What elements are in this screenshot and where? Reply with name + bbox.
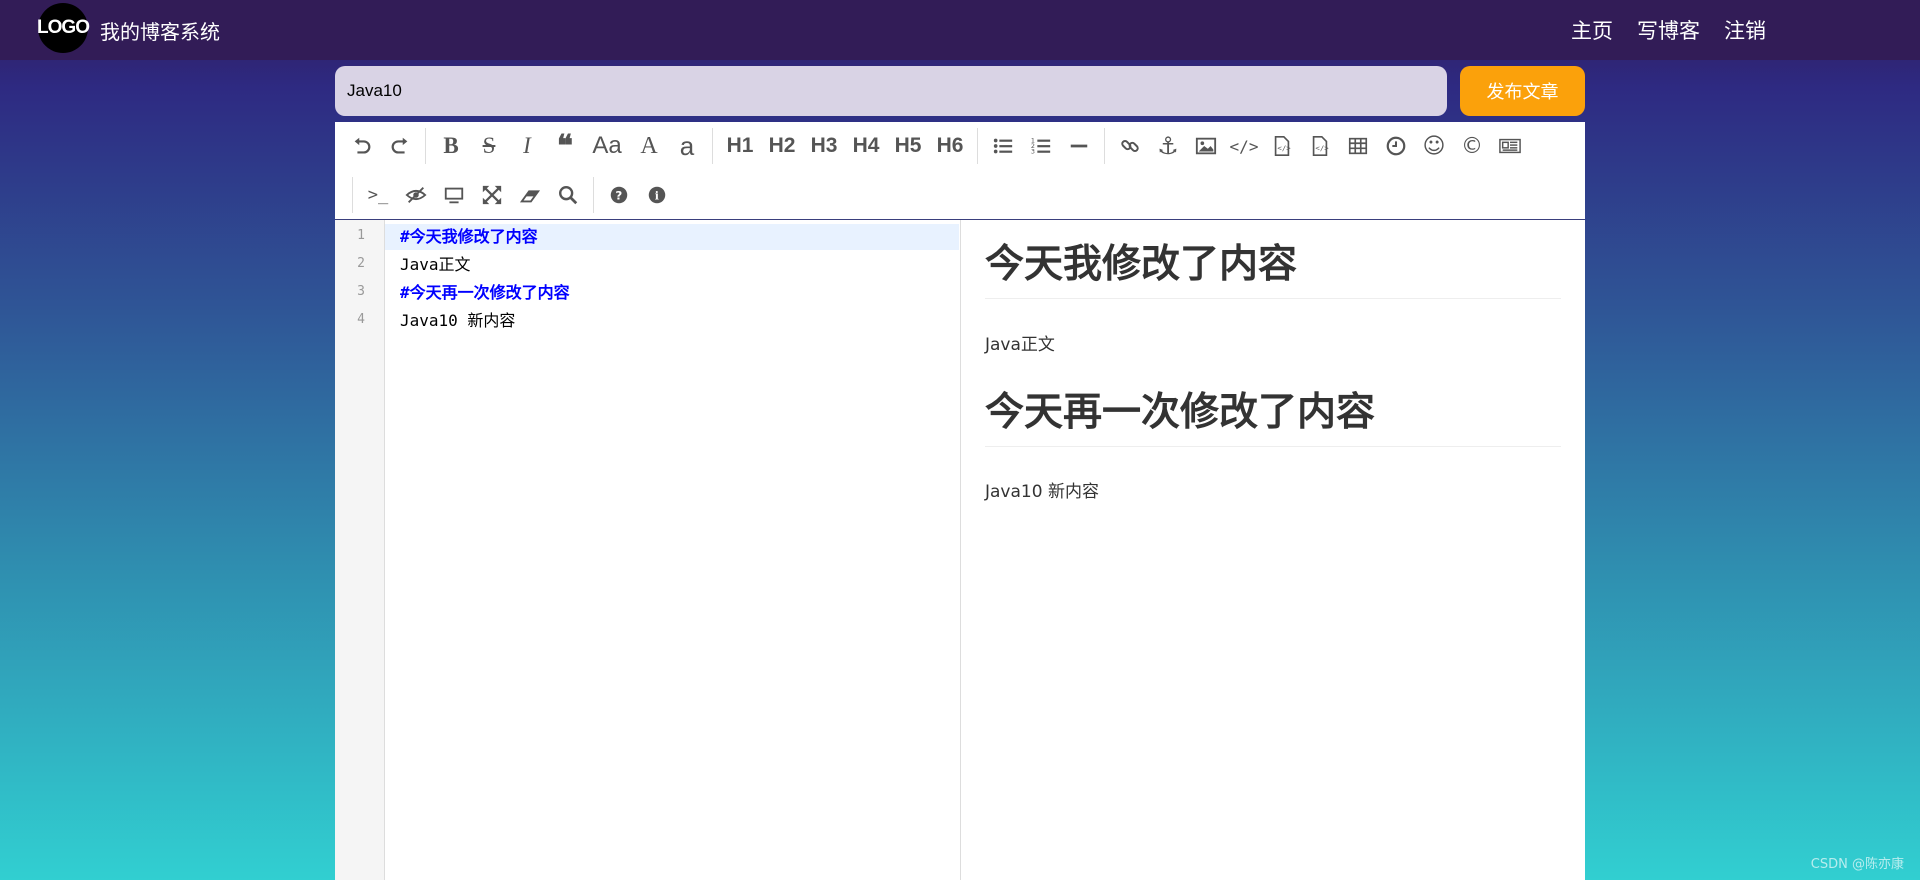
uppercase-icon[interactable]: Aa (584, 128, 630, 164)
hr-icon[interactable] (1060, 128, 1098, 164)
anchor-icon[interactable]: ⚓ (1149, 128, 1187, 164)
logo[interactable]: LOGO (37, 3, 90, 53)
publish-button[interactable]: 发布文章 (1460, 66, 1585, 116)
nav-link-home[interactable]: 主页 (1571, 15, 1613, 45)
help-icon[interactable]: ? (600, 177, 638, 213)
article-title-input[interactable] (335, 66, 1447, 116)
line-number-gutter: 1 2 3 4 (335, 220, 385, 880)
info-icon[interactable]: i (638, 177, 676, 213)
code-icon[interactable]: </> (1225, 128, 1263, 164)
link-icon[interactable] (1111, 128, 1149, 164)
preview-heading: 今天我修改了内容 (985, 242, 1561, 299)
h1-icon[interactable]: H1 (719, 128, 761, 164)
svg-text:3: 3 (1031, 147, 1035, 155)
quote-icon[interactable]: ❝ (546, 128, 584, 164)
code-line[interactable]: Java正文 (385, 252, 959, 278)
h4-icon[interactable]: H4 (845, 128, 887, 164)
site-title: 我的博客系统 (100, 20, 220, 44)
svg-text:</>: </> (1277, 144, 1291, 153)
toolbar-divider (712, 128, 713, 164)
nav-link-write-blog[interactable]: 写博客 (1637, 15, 1700, 45)
undo-icon[interactable] (343, 128, 381, 164)
top-navbar: LOGO 我的博客系统 主页 写博客 注销 (0, 0, 1920, 60)
line-number: 2 (357, 256, 365, 271)
preview-icon[interactable] (435, 177, 473, 213)
h6-icon[interactable]: H6 (929, 128, 971, 164)
toolbar-row-2: >_ ? i (352, 175, 676, 215)
markdown-source-pane[interactable]: 1 2 3 4 #今天我修改了内容 Java正文 #今天再一次修改了内容 Jav… (335, 220, 961, 880)
toolbar-divider (593, 177, 594, 213)
toolbar-divider (352, 177, 353, 213)
preformatted-text-icon[interactable]: </> (1263, 128, 1301, 164)
line-number: 4 (357, 312, 365, 327)
line-number: 1 (357, 228, 365, 243)
table-icon[interactable] (1339, 128, 1377, 164)
ucwords-icon[interactable]: A (630, 128, 668, 164)
preview-heading: 今天再一次修改了内容 (985, 390, 1561, 447)
toolbar-divider (1104, 128, 1105, 164)
svg-text:?: ? (615, 189, 622, 203)
toolbar-divider (425, 128, 426, 164)
pagebreak-icon[interactable] (1491, 128, 1529, 164)
lowercase-icon[interactable]: a (668, 128, 706, 164)
clear-icon[interactable] (511, 177, 549, 213)
datetime-icon[interactable] (1377, 128, 1415, 164)
nav-links: 主页 写博客 注销 (1571, 15, 1766, 45)
code-block-icon[interactable]: </> (1301, 128, 1339, 164)
svg-text:</>: </> (1315, 144, 1329, 153)
watch-icon[interactable] (397, 177, 435, 213)
svg-text:i: i (655, 190, 659, 203)
code-line[interactable]: #今天我修改了内容 (385, 224, 959, 250)
h3-icon[interactable]: H3 (803, 128, 845, 164)
emoji-icon[interactable]: ☺ (1415, 128, 1453, 164)
preview-paragraph: Java10 新内容 (985, 482, 1099, 502)
list-ul-icon[interactable] (984, 128, 1022, 164)
redo-icon[interactable] (381, 128, 419, 164)
list-ol-icon[interactable]: 123 (1022, 128, 1060, 164)
fullscreen-icon[interactable] (473, 177, 511, 213)
preview-paragraph: Java正文 (985, 335, 1055, 355)
h5-icon[interactable]: H5 (887, 128, 929, 164)
code-line[interactable]: #今天再一次修改了内容 (385, 280, 959, 306)
italic-icon[interactable]: I (508, 128, 546, 164)
watermark: CSDN @陈亦康 (1810, 857, 1904, 872)
html-entities-icon[interactable]: © (1453, 128, 1491, 164)
nav-link-logout[interactable]: 注销 (1724, 15, 1766, 45)
h2-icon[interactable]: H2 (761, 128, 803, 164)
toolbar-row-1: B S I ❝ Aa A a H1 H2 H3 H4 H5 H6 123 ⚓ <… (343, 126, 1529, 166)
search-icon[interactable] (549, 177, 587, 213)
line-number: 3 (357, 284, 365, 299)
goto-line-icon[interactable]: >_ (359, 177, 397, 213)
image-icon[interactable] (1187, 128, 1225, 164)
markdown-preview-pane: 今天我修改了内容 Java正文 今天再一次修改了内容 Java10 新内容 (961, 220, 1585, 880)
strikethrough-icon[interactable]: S (470, 128, 508, 164)
code-line[interactable]: Java10 新内容 (385, 308, 959, 334)
bold-icon[interactable]: B (432, 128, 470, 164)
markdown-editor: B S I ❝ Aa A a H1 H2 H3 H4 H5 H6 123 ⚓ <… (335, 122, 1585, 880)
editor-toolbar: B S I ❝ Aa A a H1 H2 H3 H4 H5 H6 123 ⚓ <… (335, 122, 1585, 220)
toolbar-divider (977, 128, 978, 164)
